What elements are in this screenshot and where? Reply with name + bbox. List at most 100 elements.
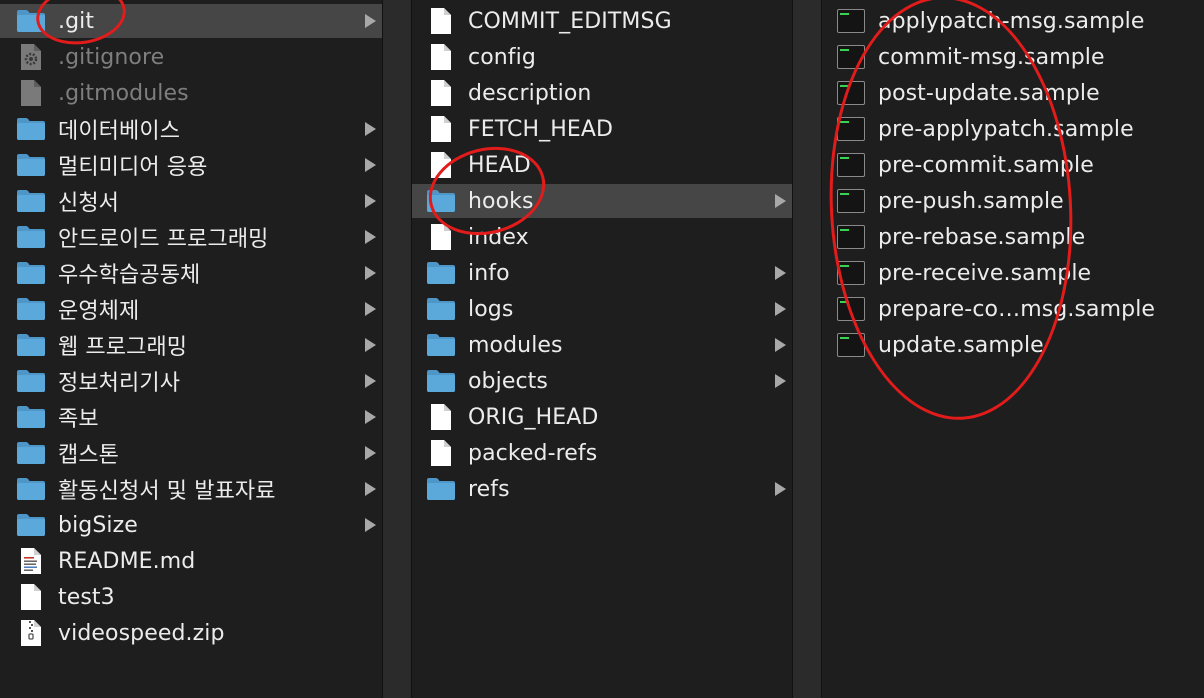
document-icon (426, 150, 456, 180)
folder-row-족보[interactable]: 족보 (0, 400, 382, 434)
item-label: 신청서 (58, 191, 120, 216)
file-row-description[interactable]: description (412, 76, 792, 110)
file-row-pre-push-sample[interactable]: pre-push.sample (822, 184, 1204, 218)
file-row-gitmodules[interactable]: .gitmodules (0, 76, 382, 110)
file-row-prepare-co-msg-sample[interactable]: prepare-co…msg.sample (822, 292, 1204, 326)
item-label: pre-receive.sample (878, 260, 1092, 286)
disclosure-chevron-icon (775, 266, 786, 280)
item-label: 데이터베이스 (58, 119, 181, 144)
folder-icon (426, 474, 456, 504)
file-row-applypatch-msg-sample[interactable]: applypatch-msg.sample (822, 4, 1204, 38)
column-divider[interactable] (382, 0, 412, 698)
disclosure-chevron-icon (365, 266, 376, 280)
item-label: pre-commit.sample (878, 152, 1094, 178)
zip-file-icon (16, 618, 46, 648)
terminal-file-icon (836, 222, 866, 252)
item-label: 활동신청서 및 발표자료 (58, 479, 276, 504)
folder-row-logs[interactable]: logs (412, 292, 792, 326)
document-icon (426, 402, 456, 432)
item-label: update.sample (878, 332, 1044, 358)
disclosure-chevron-icon (775, 338, 786, 352)
file-row-gitignore[interactable]: .gitignore (0, 40, 382, 74)
folder-row-웹-프로그래밍[interactable]: 웹 프로그래밍 (0, 328, 382, 362)
folder-icon (16, 294, 46, 324)
terminal-file-icon (836, 114, 866, 144)
item-label: description (468, 80, 592, 106)
item-label: 운영체제 (58, 299, 140, 324)
folder-row-멀티미디어-응용[interactable]: 멀티미디어 응용 (0, 148, 382, 182)
item-label: .gitmodules (58, 80, 189, 106)
folder-row-git[interactable]: .git (0, 4, 382, 38)
folder-row-운영체제[interactable]: 운영체제 (0, 292, 382, 326)
folder-row-안드로이드-프로그래밍[interactable]: 안드로이드 프로그래밍 (0, 220, 382, 254)
item-label: .git (58, 8, 95, 34)
folder-row-신청서[interactable]: 신청서 (0, 184, 382, 218)
item-label: prepare-co…msg.sample (878, 296, 1156, 322)
folder-icon (16, 222, 46, 252)
folder-row-refs[interactable]: refs (412, 472, 792, 506)
folder-icon (16, 6, 46, 36)
file-row-pre-rebase-sample[interactable]: pre-rebase.sample (822, 220, 1204, 254)
document-icon (426, 78, 456, 108)
folder-row-info[interactable]: info (412, 256, 792, 290)
file-row-config[interactable]: config (412, 40, 792, 74)
disclosure-chevron-icon (365, 158, 376, 172)
item-label: modules (468, 332, 563, 358)
file-row-fetch-head[interactable]: FETCH_HEAD (412, 112, 792, 146)
item-label: 우수학습공동체 (58, 263, 201, 288)
column-divider[interactable] (792, 0, 822, 698)
item-label: config (468, 44, 536, 70)
finder-column-browser: .git .gitignore .gitmodules 데이터베이스멀티미디어 응용신… (0, 0, 1204, 698)
item-label: refs (468, 476, 510, 502)
terminal-file-icon (836, 6, 866, 36)
item-label: 멀티미디어 응용 (58, 155, 208, 180)
folder-row-활동신청서-및-발표자료[interactable]: 활동신청서 및 발표자료 (0, 472, 382, 506)
file-row-test3[interactable]: test3 (0, 580, 382, 614)
terminal-file-icon (836, 258, 866, 288)
folder-row-캡스톤[interactable]: 캡스톤 (0, 436, 382, 470)
document-icon (426, 114, 456, 144)
file-row-pre-receive-sample[interactable]: pre-receive.sample (822, 256, 1204, 290)
folder-icon (16, 330, 46, 360)
folder-icon (16, 366, 46, 396)
column-hooks[interactable]: applypatch-msg.sample commit-msg.sample po… (822, 0, 1204, 698)
terminal-file-icon (836, 42, 866, 72)
folder-row-정보처리기사[interactable]: 정보처리기사 (0, 364, 382, 398)
folder-icon (16, 150, 46, 180)
folder-icon (16, 510, 46, 540)
folder-row-modules[interactable]: modules (412, 328, 792, 362)
folder-row-objects[interactable]: objects (412, 364, 792, 398)
file-row-orig-head[interactable]: ORIG_HEAD (412, 400, 792, 434)
file-row-videospeed-zip[interactable]: videospeed.zip (0, 616, 382, 650)
item-label: 웹 프로그래밍 (58, 335, 188, 360)
disclosure-chevron-icon (365, 482, 376, 496)
file-row-head[interactable]: HEAD (412, 148, 792, 182)
folder-row-우수학습공동체[interactable]: 우수학습공동체 (0, 256, 382, 290)
disclosure-chevron-icon (365, 122, 376, 136)
file-row-index[interactable]: index (412, 220, 792, 254)
disclosure-chevron-icon (775, 374, 786, 388)
column-git[interactable]: COMMIT_EDITMSGconfig description FETCH_HEA… (412, 0, 792, 698)
disclosure-chevron-icon (365, 194, 376, 208)
file-row-packed-refs[interactable]: packed-refs (412, 436, 792, 470)
item-label: .gitignore (58, 44, 165, 70)
folder-row-데이터베이스[interactable]: 데이터베이스 (0, 112, 382, 146)
gear-file-icon (16, 42, 46, 72)
file-row-commit-editmsg[interactable]: COMMIT_EDITMSG (412, 4, 792, 38)
file-row-post-update-sample[interactable]: post-update.sample (822, 76, 1204, 110)
folder-icon (16, 114, 46, 144)
document-icon (16, 582, 46, 612)
item-label: hooks (468, 188, 534, 214)
file-row-commit-msg-sample[interactable]: commit-msg.sample (822, 40, 1204, 74)
folder-row-hooks[interactable]: hooks (412, 184, 792, 218)
folder-row-bigsize[interactable]: bigSize (0, 508, 382, 542)
file-row-pre-commit-sample[interactable]: pre-commit.sample (822, 148, 1204, 182)
file-row-update-sample[interactable]: update.sample (822, 328, 1204, 362)
folder-icon (16, 258, 46, 288)
column-root[interactable]: .git .gitignore .gitmodules 데이터베이스멀티미디어 응용신… (0, 0, 382, 698)
folder-icon (426, 294, 456, 324)
disclosure-chevron-icon (775, 194, 786, 208)
file-row-pre-applypatch-sample[interactable]: pre-applypatch.sample (822, 112, 1204, 146)
item-label: pre-rebase.sample (878, 224, 1086, 250)
file-row-readme-md[interactable]: README.md (0, 544, 382, 578)
